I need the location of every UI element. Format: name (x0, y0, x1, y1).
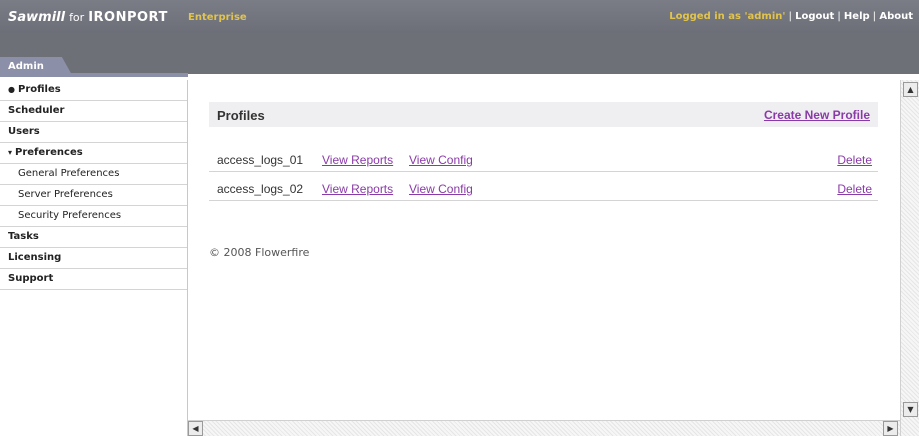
sidebar-item-label: Profiles (17, 84, 61, 95)
profile-name: access_logs_02 (217, 182, 304, 196)
sidebar-item-label: Server Preferences (18, 189, 113, 200)
sidebar-item-label: Users (8, 126, 40, 137)
scroll-down-arrow-icon[interactable]: ▼ (903, 402, 918, 417)
separator: | (788, 11, 793, 22)
sidebar-item-label: Preferences (15, 147, 83, 158)
sidebar-item-support[interactable]: Support (0, 269, 187, 290)
sidebar-item-users[interactable]: Users (0, 122, 187, 143)
scroll-up-arrow-icon[interactable]: ▲ (903, 82, 918, 97)
delete-link[interactable]: Delete (837, 153, 872, 167)
sidebar-item-scheduler[interactable]: Scheduler (0, 101, 187, 122)
main-content: Profiles Create New Profile access_logs_… (188, 80, 900, 420)
tab-underline (0, 73, 188, 77)
sidebar-item-label: Licensing (8, 252, 62, 263)
scroll-right-arrow-icon[interactable]: ▶ (883, 421, 898, 436)
profiles-header: Profiles Create New Profile (209, 102, 878, 127)
sidebar-item-security-preferences[interactable]: Security Preferences (0, 206, 187, 227)
sidebar-item-label: General Preferences (18, 168, 120, 179)
edition-label: Enterprise (188, 12, 247, 23)
view-reports-link[interactable]: View Reports (322, 182, 393, 196)
brand-vendor: IRONPORT (88, 10, 168, 25)
separator: | (872, 11, 877, 22)
sidebar-item-preferences[interactable]: ▾ Preferences (0, 143, 187, 164)
sidebar-item-label: Security Preferences (18, 210, 122, 221)
horizontal-scrollbar[interactable]: ◀ ▶ (188, 420, 900, 436)
page-title: Profiles (217, 108, 265, 123)
app-logo: Sawmill for IRONPORT (8, 10, 168, 25)
login-status: Logged in as 'admin' (669, 11, 786, 22)
sidebar-item-server-preferences[interactable]: Server Preferences (0, 185, 187, 206)
sidebar-item-general-preferences[interactable]: General Preferences (0, 164, 187, 185)
profile-name: access_logs_01 (217, 153, 304, 167)
sidebar-item-tasks[interactable]: Tasks (0, 227, 187, 248)
separator: | (837, 11, 841, 22)
top-header: Sawmill for IRONPORT Enterprise Logged in … (0, 0, 919, 33)
view-config-link[interactable]: View Config (409, 182, 473, 196)
view-reports-link[interactable]: View Reports (322, 153, 393, 167)
sidebar-item-profiles[interactable]: ● Profiles (0, 80, 187, 101)
triangle-down-icon: ▾ (8, 148, 13, 157)
sidebar: ● Profiles Scheduler Users ▾ Preferences G… (0, 80, 188, 436)
profile-row: access_logs_02 View Reports View Config … (209, 177, 878, 201)
header-subbar (0, 33, 919, 74)
copyright-text: © 2008 Flowerfire (209, 246, 310, 259)
brand-for: for (69, 11, 85, 24)
profile-row: access_logs_01 View Reports View Config … (209, 148, 878, 172)
scroll-left-arrow-icon[interactable]: ◀ (188, 421, 203, 436)
brand-app-name: Sawmill (8, 10, 66, 25)
sidebar-item-label: Scheduler (8, 105, 65, 116)
delete-link[interactable]: Delete (837, 182, 872, 196)
user-bar: Logged in as 'admin' | Logout | Help | About (669, 11, 913, 22)
vertical-scrollbar[interactable]: ▲ ▼ (900, 80, 919, 436)
bullet-icon: ● (8, 85, 15, 94)
sidebar-item-label: Support (8, 273, 54, 284)
about-link[interactable]: About (879, 11, 913, 22)
sidebar-item-licensing[interactable]: Licensing (0, 248, 187, 269)
sidebar-item-label: Tasks (8, 231, 39, 242)
logout-link[interactable]: Logout (795, 11, 834, 22)
create-new-profile-link[interactable]: Create New Profile (764, 108, 870, 122)
help-link[interactable]: Help (844, 11, 870, 22)
view-config-link[interactable]: View Config (409, 153, 473, 167)
